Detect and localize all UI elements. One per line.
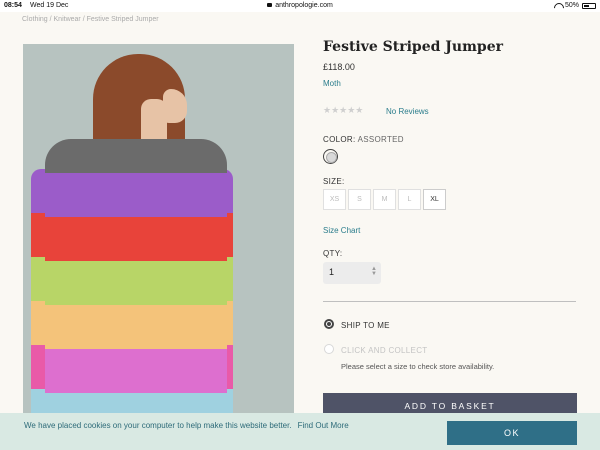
sweater-stripe <box>45 261 227 307</box>
url-text: anthropologie.com <box>275 2 333 9</box>
sweater-stripe <box>45 349 227 395</box>
find-out-more-link[interactable]: Find Out More <box>298 421 349 430</box>
size-label: SIZE: <box>323 177 345 186</box>
cookie-text: We have placed cookies on your computer … <box>24 421 292 430</box>
color-label-text: COLOR: <box>323 135 356 144</box>
divider <box>323 301 576 302</box>
product-price: £118.00 <box>323 62 355 72</box>
quantity-value: 1 <box>329 267 335 277</box>
reviews-link[interactable]: No Reviews <box>386 107 429 116</box>
click-and-collect-label[interactable]: CLICK AND COLLECT <box>341 346 427 355</box>
size-option-m[interactable]: M <box>373 189 396 210</box>
size-option-l[interactable]: L <box>398 189 421 210</box>
size-option-xs[interactable]: XS <box>323 189 346 210</box>
cookie-message: We have placed cookies on your computer … <box>24 421 349 430</box>
sweater-stripe <box>45 173 227 219</box>
ship-to-me-label[interactable]: SHIP TO ME <box>341 321 390 330</box>
cookie-banner: We have placed cookies on your computer … <box>0 413 600 450</box>
cookie-ok-button[interactable]: OK <box>447 421 577 445</box>
color-swatch-assorted[interactable] <box>323 149 338 164</box>
address-bar[interactable]: anthropologie.com <box>0 2 600 9</box>
size-chart-link[interactable]: Size Chart <box>323 226 360 235</box>
size-option-xl[interactable]: XL <box>423 189 446 210</box>
sweater-stripe <box>45 305 227 351</box>
click-and-collect-radio[interactable] <box>324 344 334 354</box>
striped-sweater <box>45 139 227 428</box>
sweater-stripe <box>45 139 227 175</box>
qty-label: QTY: <box>323 249 343 258</box>
color-value: ASSORTED <box>357 135 404 144</box>
size-options: XS S M L XL <box>323 189 446 210</box>
select-arrows-icon: ▲ ▼ <box>371 266 377 277</box>
sweater-stripe <box>45 217 227 263</box>
wifi-icon <box>554 3 562 9</box>
collect-hint: Please select a size to check store avai… <box>341 362 495 371</box>
ship-to-me-radio[interactable] <box>324 319 334 329</box>
size-option-s[interactable]: S <box>348 189 371 210</box>
status-bar: 08:54 Wed 19 Dec anthropologie.com 50% <box>0 0 600 12</box>
battery-icon <box>582 2 596 9</box>
battery-percent: 50% <box>564 2 579 9</box>
product-image[interactable] <box>23 44 294 428</box>
quantity-select[interactable]: 1 ▲ ▼ <box>323 262 381 284</box>
product-page: Clothing / Knitwear / Festive Striped Ju… <box>0 12 600 450</box>
status-indicators: 50% <box>554 2 596 9</box>
product-title: Festive Striped Jumper <box>323 39 503 55</box>
breadcrumb[interactable]: Clothing / Knitwear / Festive Striped Ju… <box>22 16 159 23</box>
color-label: COLOR: ASSORTED <box>323 135 404 144</box>
lock-icon <box>267 3 273 7</box>
rating-stars: ★★★★★ <box>323 105 364 115</box>
brand-link[interactable]: Moth <box>323 79 341 88</box>
